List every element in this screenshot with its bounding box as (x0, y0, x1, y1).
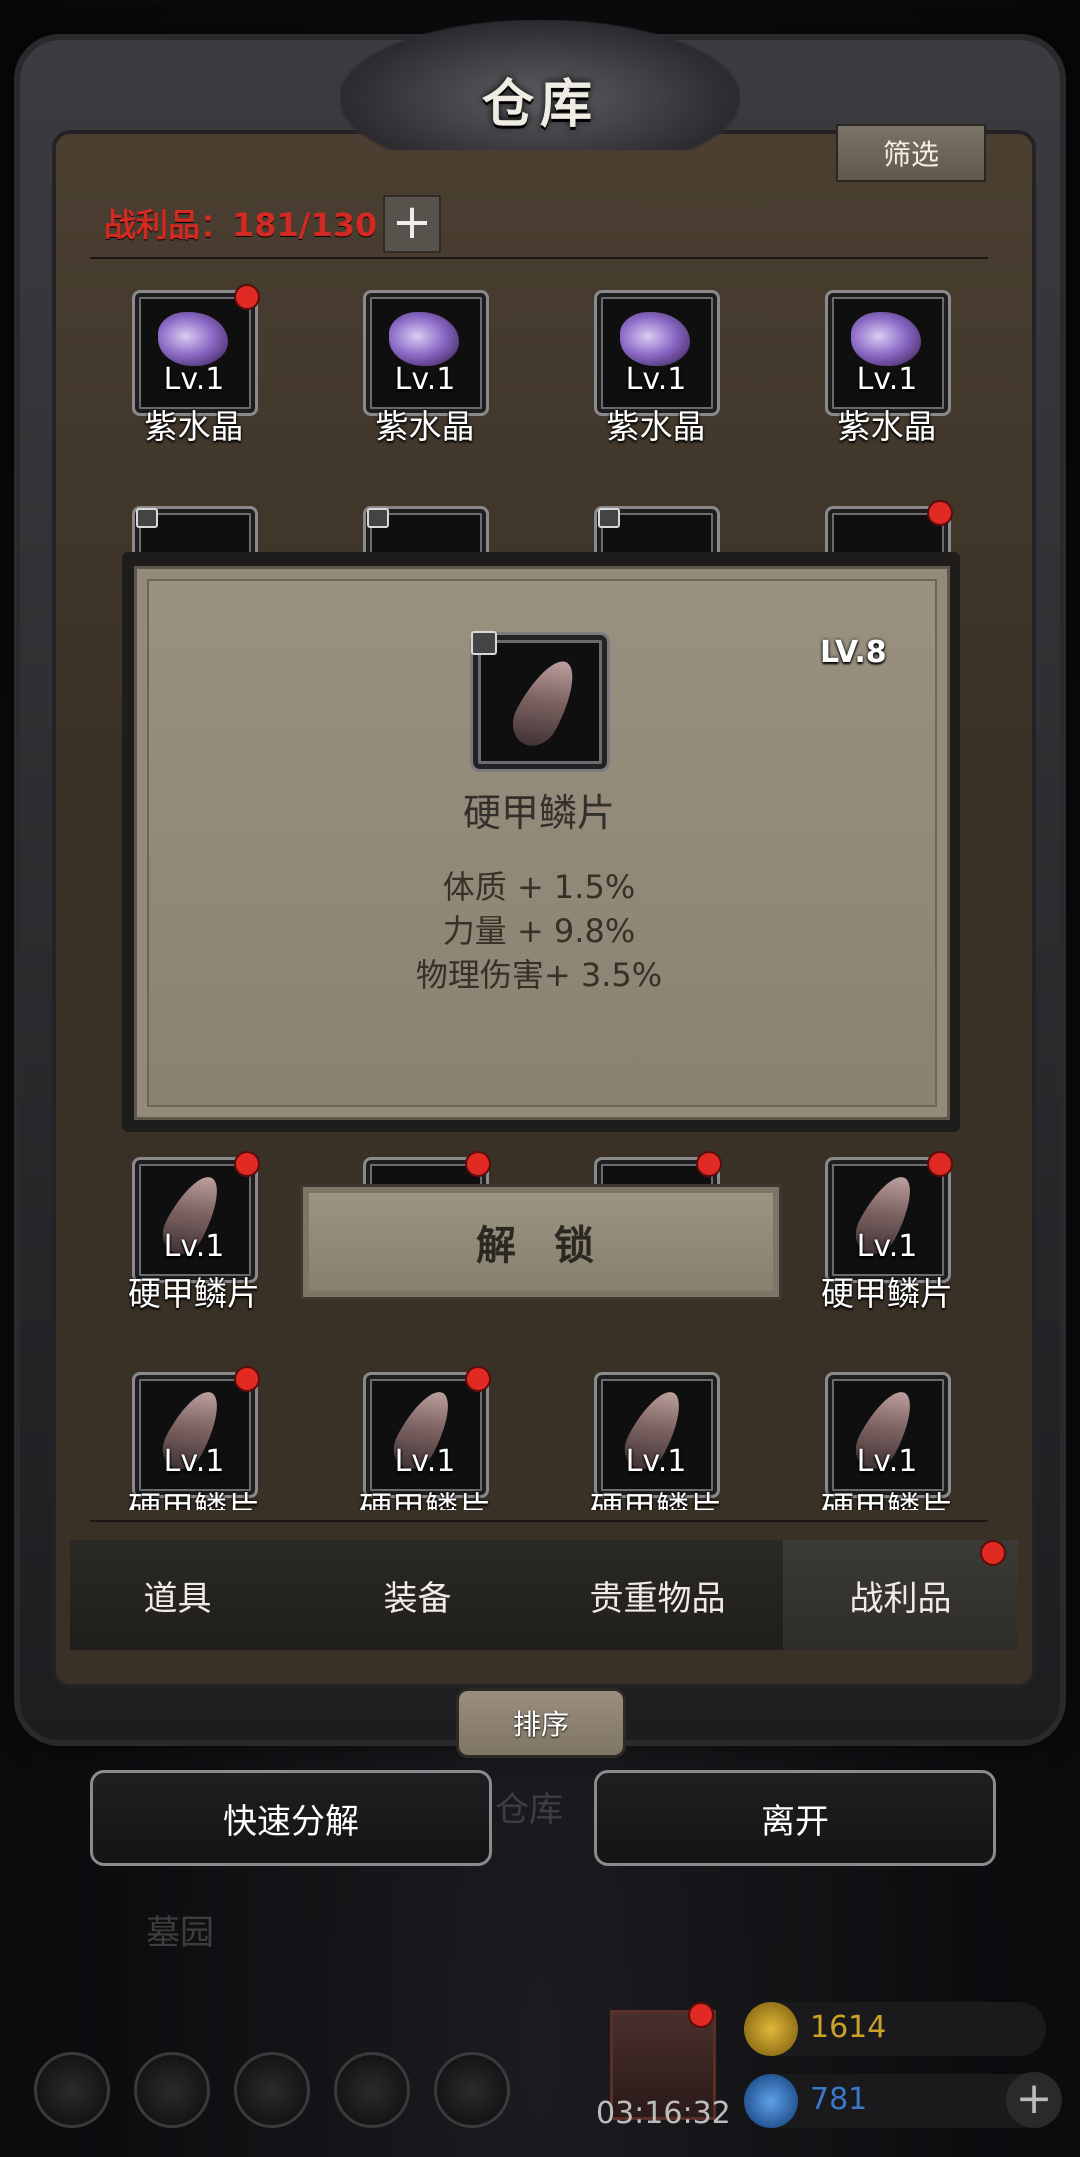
lock-icon (598, 508, 620, 528)
item-slot[interactable]: Lv.1 硬甲鳞片 (821, 1151, 953, 1313)
event-timer: 03:16:32 (596, 2096, 731, 2131)
item-slot[interactable]: Lv.1 紫水晶 (594, 290, 720, 446)
item-name: 硬甲鳞片 (128, 1489, 260, 1510)
item-detail-icon (470, 631, 610, 772)
item-level: Lv.1 (856, 362, 918, 397)
item-slot[interactable]: Lv.1 紫水晶 (825, 290, 951, 446)
tab-loot-badge (980, 1540, 1006, 1566)
item-name: 硬甲鳞片 (590, 1489, 722, 1510)
item-name: 紫水晶 (144, 407, 244, 446)
item-stat: 力量 + 9.8% (442, 912, 636, 950)
item-name: 紫水晶 (837, 407, 937, 446)
mail-icon[interactable] (334, 2052, 410, 2128)
item-stat: 体质 + 1.5% (442, 868, 636, 906)
item-name: 硬甲鳞片 (359, 1489, 491, 1510)
gold-amount: 1614 (810, 2010, 887, 2045)
background-cemetery-label[interactable]: 墓园 (146, 1905, 214, 1954)
item-level: Lv.1 (394, 1444, 456, 1479)
item-level-badge: LV.8 (820, 635, 887, 670)
tab-items[interactable]: 道具 (60, 1540, 295, 1650)
item-name: 硬甲鳞片 (821, 1274, 953, 1313)
hard-scale-icon (503, 652, 587, 754)
item-level: Lv.1 (394, 362, 456, 397)
handshake-icon[interactable] (434, 2052, 510, 2128)
quick-decompose-button[interactable]: 快速分解 (90, 1770, 492, 1866)
item-slot[interactable]: Lv.1 硬甲鳞片 (128, 1366, 260, 1510)
add-currency-button[interactable]: + (1006, 2072, 1062, 2128)
new-item-badge (696, 1151, 722, 1177)
item-detail-name: 硬甲鳞片 (462, 791, 615, 835)
item-level: Lv.1 (163, 1444, 225, 1479)
tab-equipment[interactable]: 装备 (300, 1540, 535, 1650)
divider (90, 257, 988, 259)
item-name: 硬甲鳞片 (128, 1274, 260, 1313)
sort-button[interactable]: 排序 (456, 1688, 626, 1758)
item-level: Lv.1 (163, 1229, 225, 1264)
page-title: 仓库 (481, 74, 598, 135)
item-slot[interactable]: Lv.1 硬甲鳞片 (821, 1372, 953, 1510)
shop-icon[interactable] (234, 2052, 310, 2128)
new-item-badge (234, 1151, 260, 1177)
new-item-badge (465, 1151, 491, 1177)
star-icon[interactable] (134, 2052, 210, 2128)
item-slot[interactable]: Lv.1 硬甲鳞片 (359, 1366, 491, 1510)
item-name: 硬甲鳞片 (821, 1489, 953, 1510)
tab-valuables[interactable]: 贵重物品 (540, 1540, 775, 1650)
item-level: Lv.1 (856, 1229, 918, 1264)
settings-icon[interactable] (34, 2052, 110, 2128)
lock-icon (367, 508, 389, 528)
item-stat: 物理伤害+ 3.5% (415, 956, 663, 994)
gem-amount: 781 (810, 2082, 868, 2117)
gold-coin-icon (744, 2002, 798, 2056)
item-slot[interactable]: Lv.1 紫水晶 (132, 284, 260, 446)
new-item-badge (465, 1366, 491, 1392)
divider (90, 1520, 988, 1522)
unlock-button[interactable]: 解 锁 (300, 1184, 782, 1300)
gift-badge (688, 2002, 714, 2028)
new-item-badge (234, 284, 260, 310)
new-item-badge (927, 1151, 953, 1177)
lock-icon (136, 508, 158, 528)
item-name: 紫水晶 (375, 407, 475, 446)
item-level: Lv.1 (625, 362, 687, 397)
item-slot[interactable]: Lv.1 硬甲鳞片 (590, 1372, 722, 1510)
leave-button[interactable]: 离开 (594, 1770, 996, 1866)
background-warehouse-label: 仓库 (495, 1790, 563, 1830)
item-slot[interactable]: Lv.1 紫水晶 (363, 290, 489, 446)
lock-icon (471, 631, 497, 655)
item-name: 紫水晶 (606, 407, 706, 446)
item-slot[interactable]: Lv.1 硬甲鳞片 (128, 1151, 260, 1313)
item-level: Lv.1 (856, 1444, 918, 1479)
new-item-badge (927, 500, 953, 526)
gem-icon (744, 2074, 798, 2128)
expand-capacity-button[interactable]: + (383, 195, 441, 253)
new-item-badge (234, 1366, 260, 1392)
item-level: Lv.1 (163, 362, 225, 397)
item-level: Lv.1 (625, 1444, 687, 1479)
loot-count: 战利品：181/130 (104, 206, 378, 244)
filter-button[interactable]: 筛选 (836, 124, 986, 182)
